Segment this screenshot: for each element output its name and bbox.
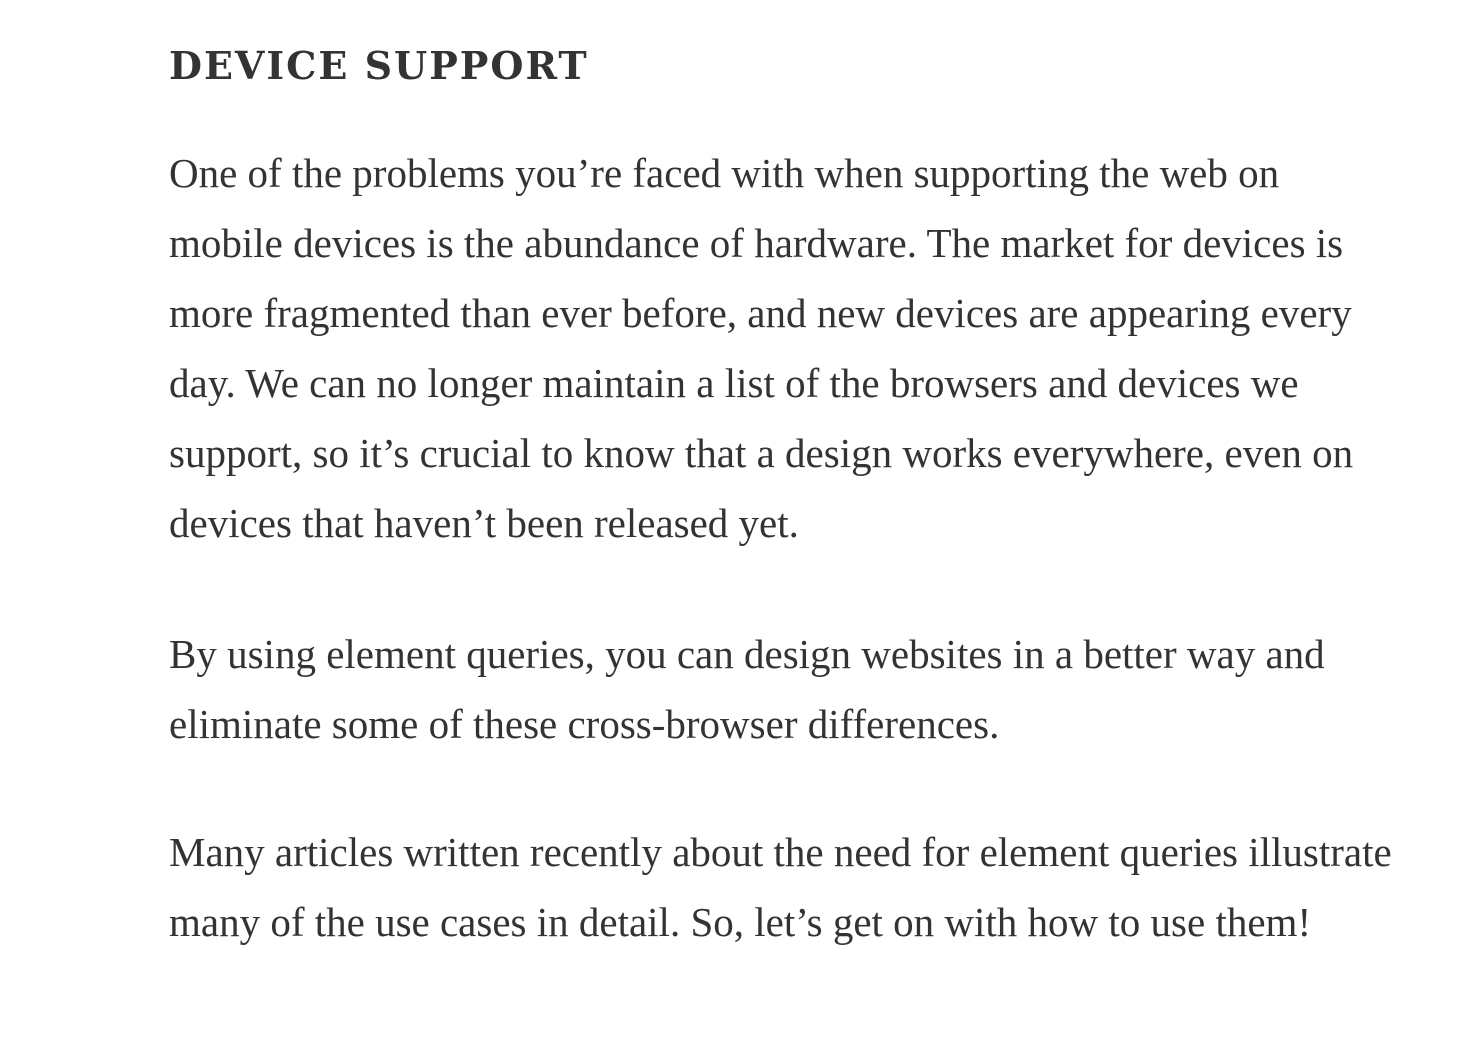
paragraph-element-queries-benefit: By using element queries, you can design… <box>169 631 1325 747</box>
paragraph-device-fragmentation: One of the problems you’re faced with wh… <box>169 150 1354 546</box>
paragraph-use-cases: Many articles written recently about the… <box>169 829 1392 945</box>
section-heading: DEVICE SUPPORT <box>169 43 589 88</box>
